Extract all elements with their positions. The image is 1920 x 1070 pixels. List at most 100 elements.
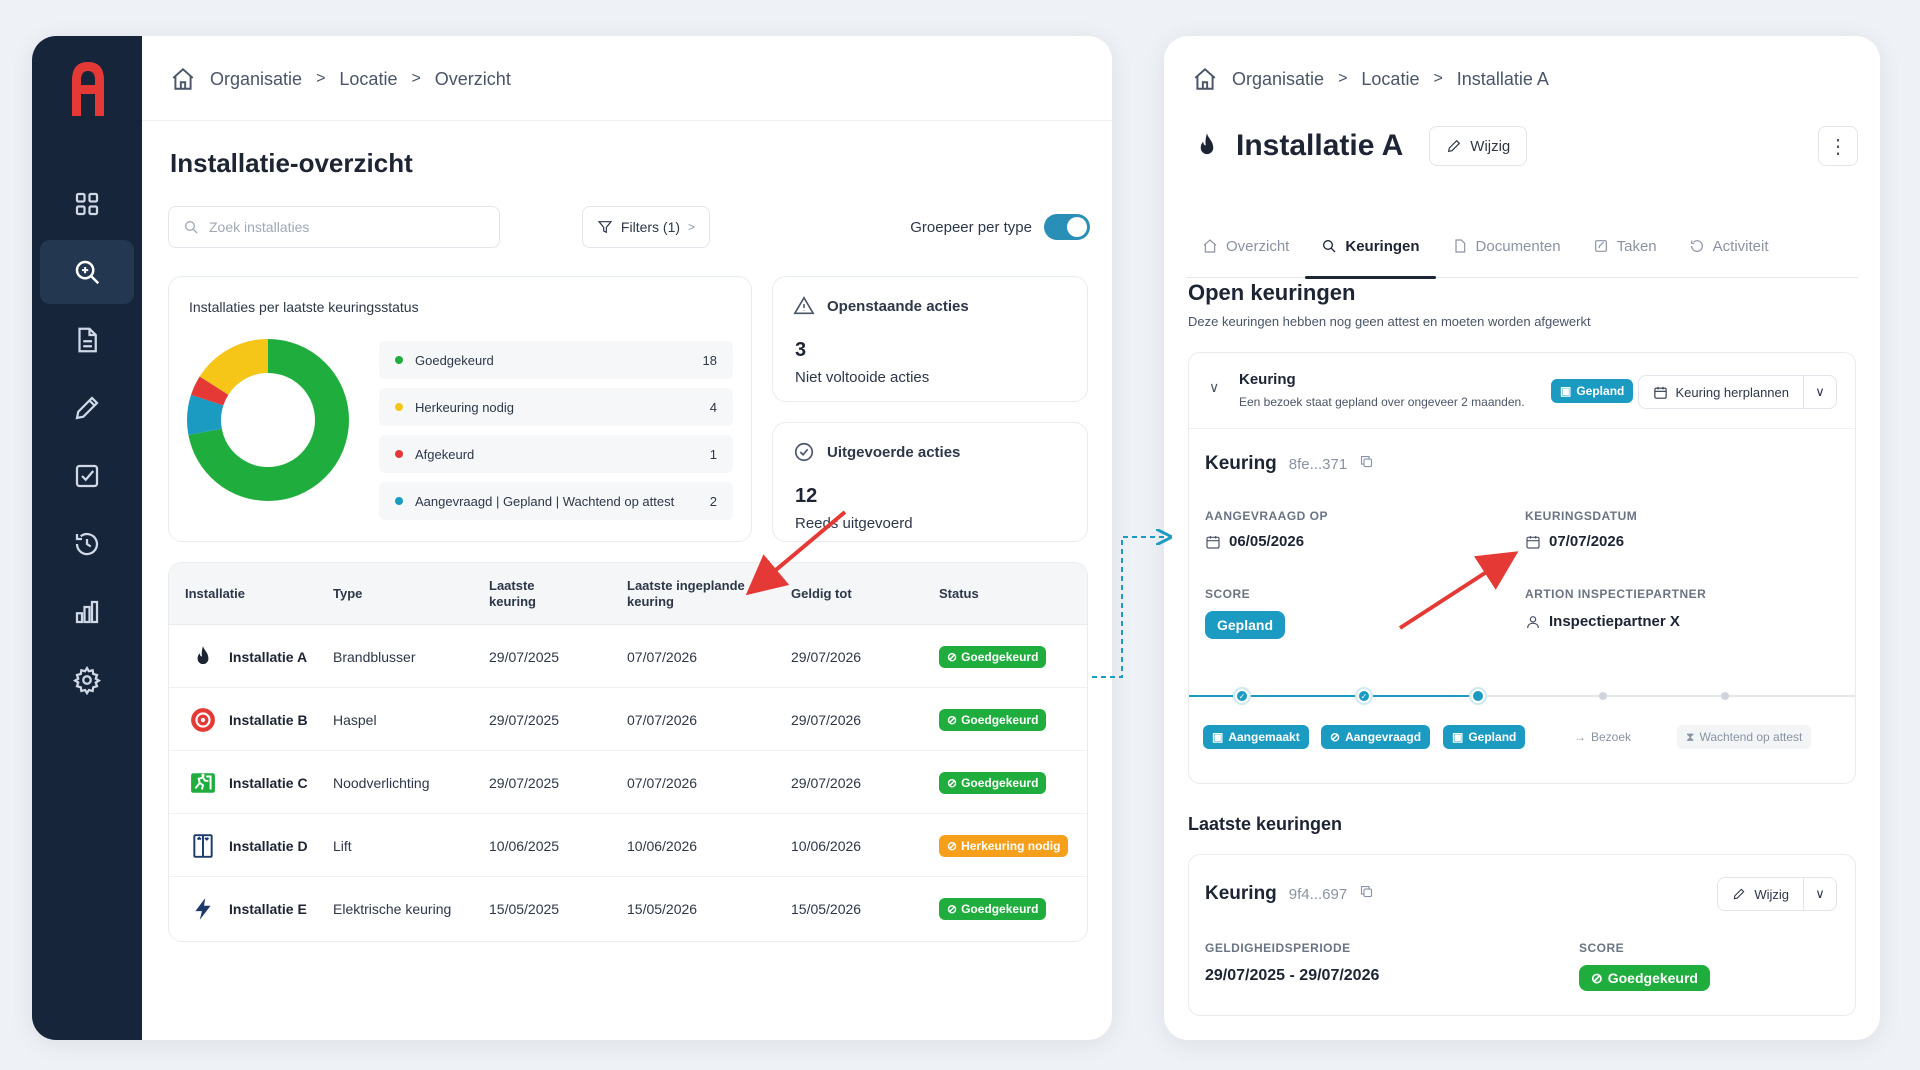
tab-label: Overzicht	[1226, 237, 1290, 255]
home-icon[interactable]	[1192, 66, 1218, 92]
column-status[interactable]: Status	[939, 563, 979, 625]
nav-documents[interactable]	[40, 308, 134, 372]
row-name[interactable]: Installatie D	[229, 814, 308, 877]
nav-edit[interactable]	[40, 376, 134, 440]
nav-dashboard[interactable]	[40, 172, 134, 236]
chevron-down-icon[interactable]: ∨	[1209, 379, 1219, 396]
checkbox-icon	[75, 464, 99, 488]
table-row[interactable]: Installatie C Noodverlichting 29/07/2025…	[169, 751, 1087, 814]
nav-settings[interactable]	[40, 648, 134, 712]
edit-keuring-button[interactable]: Wijzig	[1718, 878, 1804, 910]
calendar-icon: ▣	[1560, 384, 1572, 398]
row-name[interactable]: Installatie A	[229, 625, 307, 688]
bar-chart-icon	[75, 600, 99, 624]
table-row[interactable]: Installatie B Haspel 29/07/2025 07/07/20…	[169, 688, 1087, 751]
home-icon[interactable]	[170, 66, 196, 92]
check-circle-icon: ⊘	[947, 775, 958, 790]
open-actions-sub: Niet voltooide acties	[795, 369, 930, 386]
calendar-icon	[1206, 535, 1220, 549]
pencil-icon	[1448, 139, 1461, 153]
group-toggle-switch[interactable]	[1044, 214, 1090, 240]
user-icon	[1527, 615, 1539, 628]
legend-count: 4	[709, 399, 717, 415]
row-last: 29/07/2025	[489, 648, 560, 665]
filters-button[interactable]: Filters (1) >	[582, 206, 710, 248]
copy-icon[interactable]	[1359, 884, 1374, 899]
row-planned: 10/06/2026	[627, 837, 698, 854]
calendar-icon: ▣	[1212, 730, 1224, 744]
app-logo[interactable]	[64, 58, 112, 118]
nav-history[interactable]	[40, 512, 134, 576]
chevron-down-icon[interactable]: ∨	[1804, 384, 1836, 400]
column-laatste-keuring[interactable]: Laatste keuring	[489, 563, 559, 625]
status-badge: ⊘ Goedgekeurd	[939, 897, 1047, 920]
step-dot-bezoek	[1599, 692, 1607, 700]
column-geldig-tot[interactable]: Geldig tot	[791, 563, 852, 625]
status-card: Installaties per laatste keuringsstatus …	[168, 276, 752, 542]
open-actions-card[interactable]: Openstaande acties 3 Niet voltooide acti…	[772, 276, 1088, 402]
more-options-button[interactable]: ⋮	[1818, 126, 1858, 166]
keuring-title-row: Keuring 9f4...697	[1205, 883, 1374, 905]
breadcrumb: Organisatie > Locatie > Overzicht	[170, 64, 511, 94]
row-type: Noodverlichting	[333, 774, 430, 791]
legend-item-herkeuring[interactable]: Herkeuring nodig 4	[379, 388, 733, 426]
column-laatste-ingeplande-keuring[interactable]: Laatste ingeplande keuring	[627, 563, 757, 625]
tab-label: Documenten	[1475, 237, 1561, 255]
detail-title-row: Installatie A Wijzig	[1192, 126, 1528, 166]
row-last: 10/06/2025	[489, 837, 560, 854]
search-box[interactable]	[168, 206, 500, 248]
breadcrumb-organisatie[interactable]: Organisatie	[210, 69, 302, 90]
keuring-title: Keuring	[1205, 883, 1277, 904]
score-label: SCORE	[1205, 587, 1251, 601]
copy-icon[interactable]	[1359, 454, 1374, 469]
tab-overzicht[interactable]: Overzicht	[1186, 214, 1305, 278]
legend-item-goedgekeurd[interactable]: Goedgekeurd 18	[379, 341, 733, 379]
nav-reports[interactable]	[40, 580, 134, 644]
table-row[interactable]: Installatie A Brandblusser 29/07/2025 07…	[169, 625, 1087, 688]
breadcrumb-locatie[interactable]: Locatie	[1361, 69, 1419, 90]
nav-tasks[interactable]	[40, 444, 134, 508]
tab-documenten[interactable]: Documenten	[1436, 214, 1577, 278]
tab-label: Keuringen	[1345, 237, 1420, 255]
step-dot-gepland	[1471, 689, 1485, 703]
flame-icon	[189, 643, 217, 671]
done-actions-card[interactable]: Uitgevoerde acties 12 Reeds uitgevoerd	[772, 422, 1088, 542]
tab-keuringen[interactable]: Keuringen	[1305, 214, 1436, 279]
status-badge: ▣ Gepland	[1551, 379, 1634, 403]
hourglass-icon: ⧗	[1686, 729, 1695, 744]
tab-label: Activiteit	[1712, 237, 1769, 255]
step-label: Aangemaakt	[1228, 730, 1300, 744]
edit-button[interactable]: Wijzig	[1429, 126, 1528, 166]
breadcrumb-organisatie[interactable]: Organisatie	[1232, 69, 1324, 90]
legend-item-aangevraagd[interactable]: Aangevraagd | Gepland | Wachtend op atte…	[379, 482, 733, 520]
chevron-down-icon[interactable]: ∨	[1804, 886, 1836, 902]
keuring-id: 8fe...371	[1288, 456, 1348, 473]
emergency-exit-icon	[189, 769, 217, 797]
keuring-header-sub: Een bezoek staat gepland over ongeveer 2…	[1239, 395, 1525, 409]
row-name[interactable]: Installatie E	[229, 877, 307, 940]
reschedule-button-group: Keuring herplannen ∨	[1637, 375, 1837, 409]
step-dot-aangevraagd: ✓	[1357, 689, 1371, 703]
table-row[interactable]: Installatie D Lift 10/06/2025 10/06/2026…	[169, 814, 1087, 877]
column-type[interactable]: Type	[333, 563, 362, 625]
legend-count: 18	[702, 352, 717, 368]
legend-count: 2	[709, 493, 717, 509]
column-installatie[interactable]: Installatie	[185, 563, 245, 625]
done-actions-sub: Reeds uitgevoerd	[795, 515, 913, 532]
search-input[interactable]	[209, 219, 469, 235]
chevron-right-icon: >	[1433, 70, 1443, 87]
check-circle-icon	[794, 442, 814, 462]
open-actions-header: Openstaande acties	[793, 295, 969, 317]
row-name[interactable]: Installatie C	[229, 751, 308, 814]
breadcrumb-locatie[interactable]: Locatie	[339, 69, 397, 90]
nav-inspections[interactable]	[40, 240, 134, 304]
row-name[interactable]: Installatie B	[229, 688, 308, 751]
legend-item-afgekeurd[interactable]: Afgekeurd 1	[379, 435, 733, 473]
tab-activiteit[interactable]: Activiteit	[1673, 214, 1785, 278]
table-row[interactable]: Installatie E Elektrische keuring 15/05/…	[169, 877, 1087, 940]
reschedule-button[interactable]: Keuring herplannen	[1639, 376, 1804, 408]
tab-taken[interactable]: Taken	[1577, 214, 1673, 278]
login-icon: →	[1574, 730, 1586, 744]
score-value: Goedgekeurd	[1607, 970, 1698, 986]
check-circle-icon: ⊘	[1591, 969, 1603, 986]
